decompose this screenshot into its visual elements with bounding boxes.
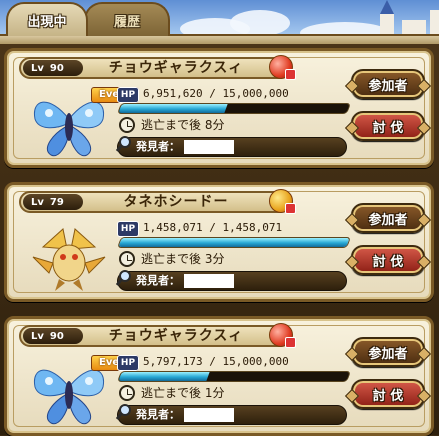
hp-icon: HP xyxy=(117,355,139,371)
hp-bar-fill xyxy=(118,372,210,381)
button-ornament-icon xyxy=(416,212,432,228)
raid-card: Lv 90 チョウギャラクスィ Event HP 5,797,173 / 15,… xyxy=(4,316,434,436)
button-ornament-icon xyxy=(416,120,432,136)
participants-button[interactable]: 参加者 xyxy=(344,203,432,233)
magnifier-icon xyxy=(116,404,131,420)
participants-button-label: 参加者 xyxy=(368,212,408,228)
finder-label: 発見者： xyxy=(136,140,180,153)
hp-bar-fill xyxy=(118,104,228,113)
finder-bar: 発見者： xyxy=(116,136,347,157)
level-badge: Lv 79 xyxy=(23,194,83,210)
tab-history[interactable]: 履歴 xyxy=(84,2,170,36)
finder-label: 発見者： xyxy=(136,274,180,287)
boss-name: チョウギャラクスィ xyxy=(108,60,244,76)
level-prefix: Lv xyxy=(31,196,44,208)
element-orb-icon xyxy=(269,55,296,80)
subjugate-button[interactable]: 討 伐 xyxy=(344,379,432,409)
level-badge: Lv 90 xyxy=(23,60,83,76)
button-ornament-icon xyxy=(416,346,432,362)
cloud xyxy=(230,10,290,36)
escape-timer: 逃亡まで後 8分 xyxy=(141,118,225,132)
hp-bar xyxy=(116,371,352,382)
subjugate-button-label: 討 伐 xyxy=(372,120,404,136)
clock-icon xyxy=(119,117,135,133)
finder-name-redacted xyxy=(184,274,234,288)
name-bar: Lv 90 チョウギャラクスィ xyxy=(19,323,296,348)
subjugate-button[interactable]: 討 伐 xyxy=(344,245,432,275)
subjugate-button-label: 討 伐 xyxy=(372,254,404,270)
raid-card: Lv 90 チョウギャラクスィ Event HP 6,951,620 / 15,… xyxy=(4,48,434,168)
participants-button[interactable]: 参加者 xyxy=(344,337,432,367)
hp-value: 1,458,071 / 1,458,071 xyxy=(143,221,283,234)
boss-name: チョウギャラクスィ xyxy=(108,328,244,344)
level-value: 90 xyxy=(49,330,64,342)
clock-icon xyxy=(119,385,135,401)
hp-bar-fill xyxy=(118,238,350,247)
hp-value: 6,951,620 / 15,000,000 xyxy=(143,87,289,100)
level-prefix: Lv xyxy=(31,62,44,74)
finder-name-redacted xyxy=(184,408,234,422)
hp-bar xyxy=(116,237,352,248)
level-value: 79 xyxy=(49,196,64,208)
level-prefix: Lv xyxy=(31,330,44,342)
raid-card: Lv 79 タネホシードー HP 1,458,071 / 1,458,071 逃… xyxy=(4,182,434,302)
castle-roof xyxy=(380,0,394,14)
magnifier-icon xyxy=(116,136,131,152)
participants-button-label: 参加者 xyxy=(368,78,408,94)
subjugate-button-label: 討 伐 xyxy=(372,388,404,404)
participants-button[interactable]: 参加者 xyxy=(344,69,432,99)
finder-bar: 発見者： xyxy=(116,270,347,291)
name-bar: Lv 79 タネホシードー xyxy=(19,189,296,214)
finder-bar: 発見者： xyxy=(116,404,347,425)
monster-portrait xyxy=(32,228,106,291)
participants-button-label: 参加者 xyxy=(368,346,408,362)
level-value: 90 xyxy=(49,62,64,74)
hp-value: 5,797,173 / 15,000,000 xyxy=(143,355,289,368)
element-orb-icon xyxy=(269,189,296,214)
escape-timer: 逃亡まで後 3分 xyxy=(141,252,225,266)
button-ornament-icon xyxy=(416,78,432,94)
level-badge: Lv 90 xyxy=(23,328,83,344)
hp-icon: HP xyxy=(117,221,139,237)
name-bar: Lv 90 チョウギャラクスィ xyxy=(19,55,296,80)
finder-label: 発見者： xyxy=(136,408,180,421)
magnifier-icon xyxy=(116,270,131,286)
subjugate-button[interactable]: 討 伐 xyxy=(344,111,432,141)
tab-appearing[interactable]: 出現中 xyxy=(6,2,88,36)
element-orb-icon xyxy=(269,323,296,348)
finder-name-redacted xyxy=(184,140,234,154)
clock-icon xyxy=(119,251,135,267)
button-ornament-icon xyxy=(416,388,432,404)
hp-icon: HP xyxy=(117,87,139,103)
button-ornament-icon xyxy=(416,254,432,270)
boss-name: タネホシードー xyxy=(123,194,229,210)
hp-bar xyxy=(116,103,352,114)
escape-timer: 逃亡まで後 1分 xyxy=(141,386,225,400)
